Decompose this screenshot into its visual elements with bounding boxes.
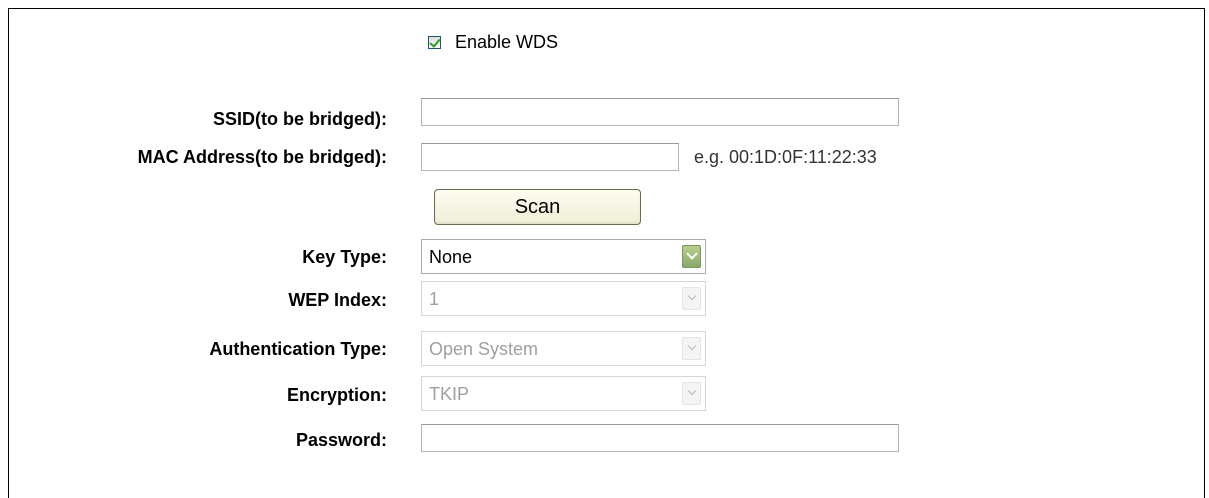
scan-button[interactable]: Scan — [434, 189, 641, 225]
chevron-down-icon — [687, 386, 697, 396]
wep-index-select: 1 — [421, 281, 706, 316]
mac-address-input[interactable] — [421, 143, 679, 171]
password-label: Password: — [295, 430, 387, 450]
key-type-value: None — [429, 247, 473, 267]
key-type-label: Key Type: — [302, 247, 387, 267]
chevron-down-icon — [686, 248, 698, 260]
mac-address-hint: e.g. 00:1D:0F:11:22:33 — [694, 147, 877, 167]
authentication-type-value: Open System — [429, 339, 539, 359]
authentication-type-label: Authentication Type: — [209, 339, 387, 359]
password-input[interactable] — [421, 424, 899, 452]
enable-wds-label: Enable WDS — [455, 32, 559, 52]
encryption-value: TKIP — [429, 384, 470, 404]
chevron-down-icon — [687, 341, 697, 351]
enable-wds-checkbox[interactable] — [428, 35, 441, 49]
key-type-select[interactable]: None — [421, 239, 706, 274]
wep-index-label: WEP Index: — [288, 290, 387, 310]
encryption-dropdown-button — [682, 382, 701, 405]
mac-address-label: MAC Address(to be bridged): — [137, 147, 387, 167]
authentication-type-select: Open System — [421, 331, 706, 366]
wep-index-value: 1 — [429, 289, 440, 309]
encryption-label: Encryption: — [286, 385, 387, 405]
ssid-input[interactable] — [421, 98, 899, 126]
checkmark-icon — [429, 35, 441, 48]
enable-wds-row[interactable]: Enable WDS — [428, 31, 558, 53]
wep-index-dropdown-button — [682, 287, 701, 310]
key-type-dropdown-button[interactable] — [682, 245, 701, 268]
ssid-label: SSID(to be bridged): — [213, 109, 387, 129]
encryption-select: TKIP — [421, 376, 706, 411]
chevron-down-icon — [687, 291, 697, 301]
authentication-type-dropdown-button — [682, 337, 701, 360]
